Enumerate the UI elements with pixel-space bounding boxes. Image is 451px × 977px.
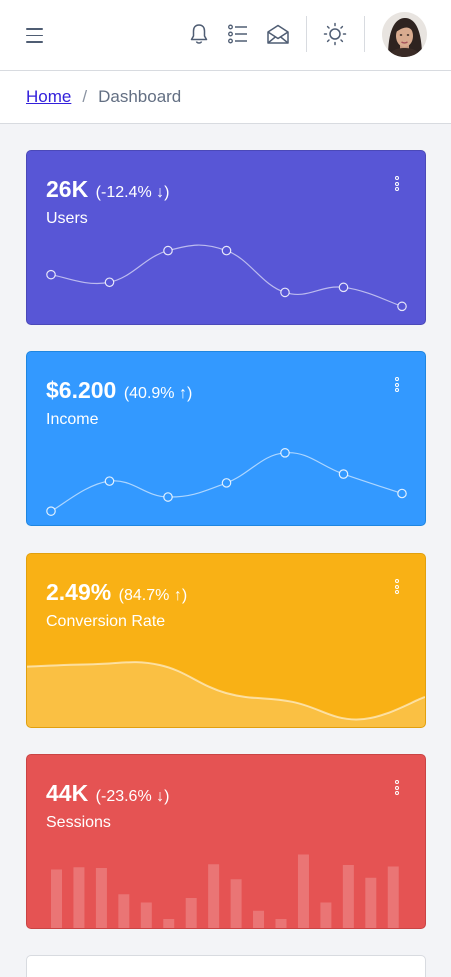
header-divider	[306, 16, 307, 52]
breadcrumb-home-link[interactable]: Home	[26, 87, 71, 107]
widget-value: 2.49%	[46, 579, 112, 605]
bar	[73, 867, 85, 928]
widget-change: (-12.4% ↓)	[95, 184, 170, 201]
more-options-icon[interactable]	[392, 377, 402, 395]
data-point	[46, 506, 56, 516]
data-point	[163, 492, 173, 502]
more-options-icon[interactable]	[392, 780, 402, 798]
breadcrumb-separator: /	[82, 87, 88, 106]
more-options-icon[interactable]	[392, 176, 402, 194]
users-widget: 26K (-12.4% ↓) Users	[26, 150, 426, 325]
bar	[208, 864, 220, 928]
bar	[118, 894, 130, 928]
data-point	[163, 245, 173, 256]
hamburger-icon[interactable]	[26, 28, 43, 44]
widget-value: 44K	[46, 780, 89, 806]
bar	[95, 868, 107, 928]
bar	[297, 854, 309, 928]
sun-icon[interactable]	[323, 22, 347, 46]
user-avatar[interactable]	[382, 12, 427, 57]
bar	[51, 869, 62, 928]
data-point	[280, 448, 290, 458]
data-point	[397, 488, 407, 499]
widget-label: Users	[46, 210, 88, 227]
list-icon[interactable]	[226, 22, 250, 46]
bar	[253, 910, 265, 928]
header-divider	[364, 16, 365, 52]
bar	[140, 902, 152, 928]
data-point	[104, 277, 115, 288]
bar	[230, 879, 242, 928]
bar	[163, 919, 175, 928]
data-point	[221, 478, 232, 488]
widget-change: (-23.6% ↓)	[95, 788, 170, 805]
widget-value: $6.200	[46, 377, 117, 403]
next-card	[26, 955, 426, 977]
data-point	[280, 287, 290, 298]
bar	[387, 866, 399, 928]
widget-label: Income	[46, 411, 99, 428]
top-header	[0, 0, 451, 71]
bar	[185, 898, 197, 928]
widget-change: (40.9% ↑)	[123, 385, 193, 402]
data-point	[104, 476, 115, 486]
data-point	[46, 269, 56, 280]
bar	[342, 865, 354, 928]
data-point	[397, 301, 407, 312]
data-point	[221, 245, 232, 256]
envelope-open-icon[interactable]	[266, 22, 290, 46]
bar	[365, 877, 377, 928]
more-options-icon[interactable]	[392, 579, 402, 597]
bell-icon[interactable]	[187, 22, 211, 46]
data-point	[338, 282, 349, 293]
breadcrumb: Home / Dashboard	[0, 71, 451, 124]
widget-value: 26K	[46, 176, 89, 202]
breadcrumb-current: Dashboard	[98, 87, 182, 106]
bar	[320, 902, 332, 928]
bar	[275, 919, 287, 928]
widget-change: (84.7% ↑)	[118, 587, 188, 604]
widget-label: Conversion Rate	[46, 613, 166, 630]
income-widget: $6.200 (40.9% ↑) Income	[26, 351, 426, 526]
sessions-widget: 44K (-23.6% ↓) Sessions	[26, 754, 426, 929]
data-point	[338, 469, 349, 479]
conversion-rate-widget: 2.49% (84.7% ↑) Conversion Rate	[26, 553, 426, 728]
widget-label: Sessions	[46, 814, 111, 831]
